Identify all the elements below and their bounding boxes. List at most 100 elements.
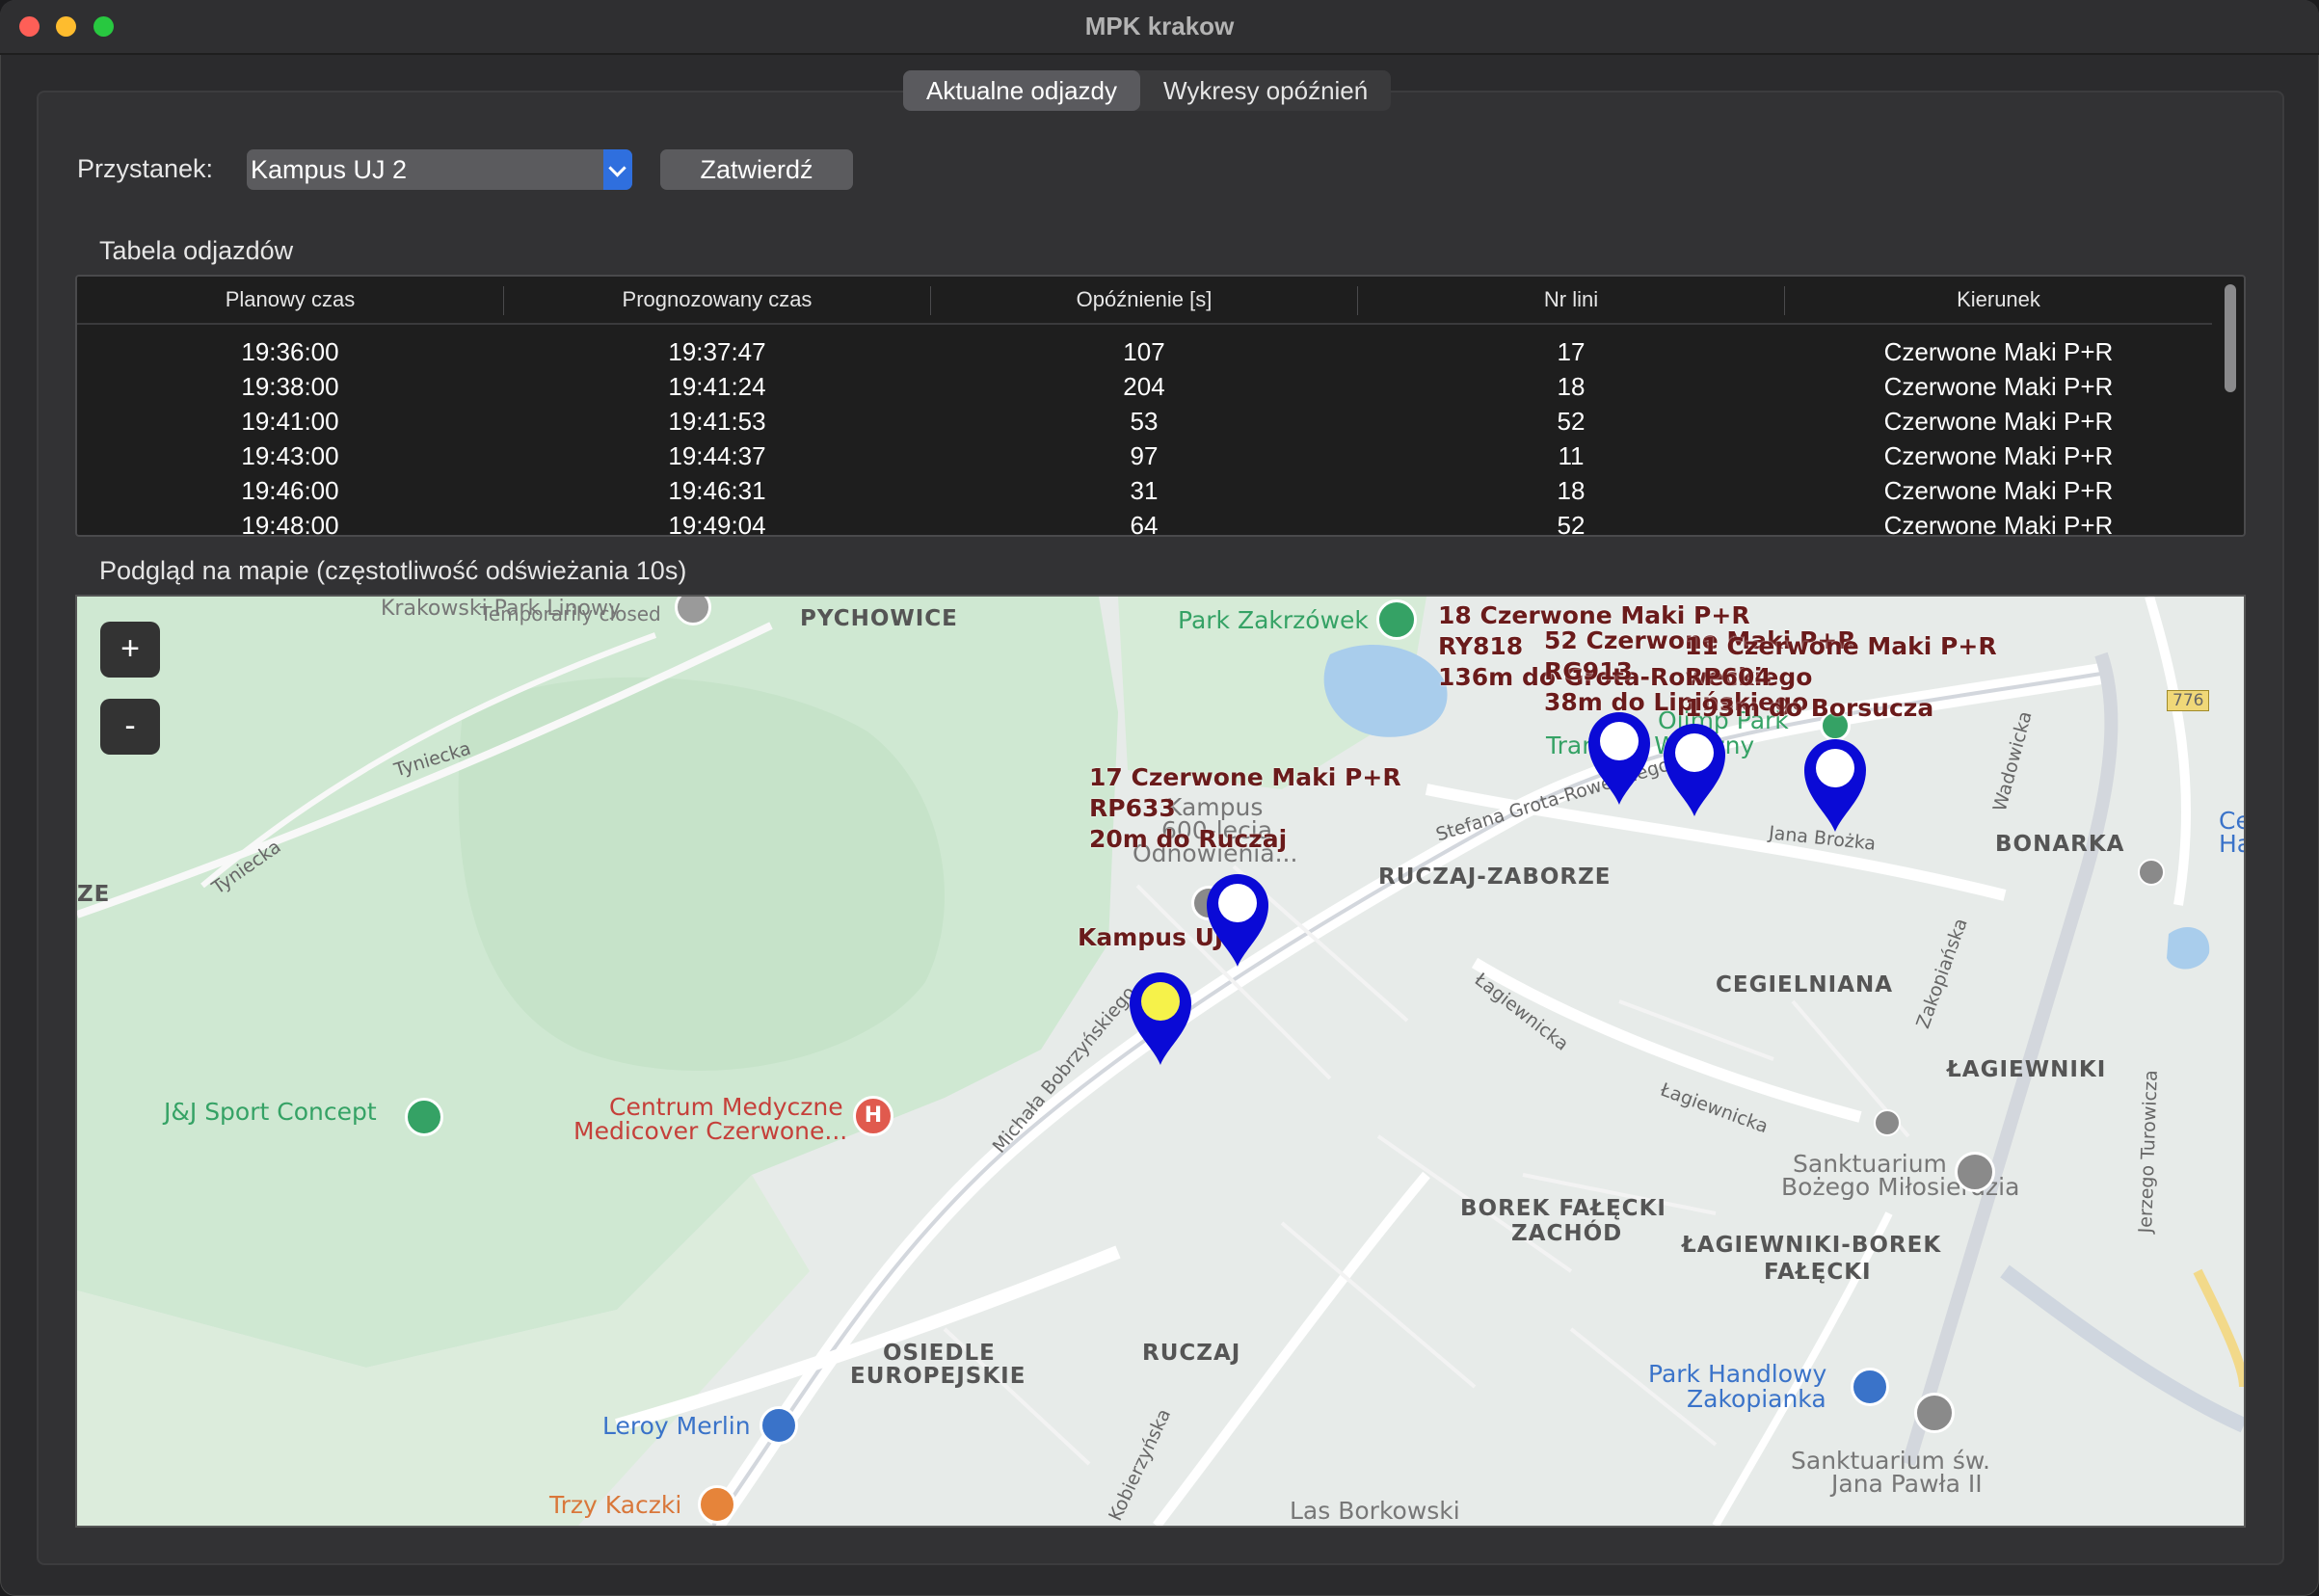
app-window: MPK krakow Aktualne odjazdy Wykresy opóź…	[0, 0, 2319, 1596]
transit-icon[interactable]	[1874, 1109, 1901, 1136]
cell-forecast-time: 19:49:04	[668, 511, 766, 537]
cell-delay: 64	[1130, 511, 1159, 537]
vehicle-marker[interactable]	[1802, 737, 1868, 834]
poi-label: Trzy Kaczki	[549, 1491, 682, 1519]
district-label: ZACHÓD	[1511, 1221, 1623, 1246]
confirm-button[interactable]: Zatwierdź	[660, 149, 853, 190]
district-label: BOREK FAŁĘCKI	[1460, 1196, 1666, 1221]
vehicle-line-direction: 11 Czerwone Maki P+R	[1685, 632, 1997, 660]
cell-forecast-time: 19:37:47	[668, 337, 766, 366]
table-row[interactable]: 19:41:00 19:41:53 53 52 Czerwone Maki P+…	[77, 404, 2212, 439]
district-label: ŁAGIEWNIKI-BOREK	[1682, 1233, 1942, 1258]
district-label: PYCHOWICE	[800, 606, 958, 631]
district-label: RUCZAJ	[1142, 1341, 1241, 1366]
departures-table[interactable]: Planowy czas Prognozowany czas Opóźnieni…	[75, 275, 2246, 537]
vehicle-id: RP604	[1685, 663, 1772, 691]
cell-forecast-time: 19:41:53	[668, 407, 766, 436]
district-label: RUCZAJ-ZABORZE	[1378, 864, 1612, 890]
hospital-icon[interactable]: H	[853, 1096, 893, 1136]
poi-label: Las Borkowski	[1290, 1497, 1460, 1525]
table-row[interactable]: 19:46:00 19:46:31 31 18 Czerwone Maki P+…	[77, 473, 2212, 508]
vehicle-line-direction: 17 Czerwone Maki P+R	[1089, 763, 1401, 791]
stop-label: Przystanek:	[77, 154, 214, 183]
table-row[interactable]: 19:38:00 19:41:24 204 18 Czerwone Maki P…	[77, 369, 2212, 404]
vehicle-marker[interactable]	[1662, 722, 1727, 818]
column-header-direction[interactable]: Kierunek	[1785, 277, 2212, 323]
table-row[interactable]: 19:36:00 19:37:47 107 17 Czerwone Maki P…	[77, 334, 2212, 369]
transit-icon[interactable]	[2138, 859, 2165, 886]
map-view[interactable]: + - PYCHOWICE RUCZAJ-ZABORZE BONARKA CEG…	[75, 595, 2246, 1528]
window-title: MPK krakow	[1084, 12, 1235, 40]
cell-line-number: 11	[1558, 441, 1585, 470]
restaurant-icon[interactable]	[698, 1485, 736, 1524]
district-label: ŁAGIEWNIKI	[1947, 1057, 2107, 1082]
cell-line-number: 18	[1557, 372, 1586, 401]
cell-delay: 107	[1123, 337, 1165, 366]
poi-label: Park Handlowy	[1648, 1360, 1827, 1388]
poi-label: Temporarily closed	[480, 602, 661, 625]
cell-planned-time: 19:48:00	[241, 511, 339, 537]
table-row[interactable]: 19:48:00 19:49:04 64 52 Czerwone Maki P+…	[77, 508, 2212, 537]
cell-forecast-time: 19:44:37	[668, 441, 766, 470]
vehicle-marker-label: 11 Czerwone Maki P+R RP604 193m do Borsu…	[1685, 631, 1997, 724]
cell-direction: Czerwone Maki P+R	[1883, 407, 2114, 436]
cell-direction: Czerwone Maki P+R	[1883, 511, 2114, 537]
table-scrollbar[interactable]	[2225, 284, 2236, 392]
district-label: EUROPEJSKIE	[850, 1364, 1026, 1389]
shopping-icon[interactable]	[760, 1406, 798, 1445]
table-header: Planowy czas Prognozowany czas Opóźnieni…	[77, 277, 2212, 325]
poi-label: Medicover Czerwone...	[573, 1117, 848, 1145]
cell-delay: 31	[1130, 476, 1159, 505]
road-shield: 776	[2167, 690, 2210, 711]
vehicle-marker[interactable]	[1205, 872, 1270, 969]
vehicle-distance: 193m do Borsucza	[1685, 694, 1934, 722]
cell-delay: 204	[1123, 372, 1165, 401]
vehicle-distance: 20m do Ruczaj	[1089, 825, 1288, 853]
district-label: CEGIELNIANA	[1716, 972, 1894, 998]
map-preview-label: Podgląd na mapie (częstotliwość odświeża…	[99, 556, 687, 585]
cell-delay: 53	[1130, 407, 1159, 436]
stop-select[interactable]: Kampus UJ 2	[247, 149, 632, 190]
cell-planned-time: 19:43:00	[241, 441, 339, 470]
cell-line-number: 18	[1557, 476, 1586, 505]
cell-planned-time: 19:36:00	[241, 337, 339, 366]
poi-label: Zakopianka	[1687, 1385, 1826, 1413]
tab-delay-charts[interactable]: Wykresy opóźnień	[1140, 70, 1391, 111]
cell-planned-time: 19:46:00	[241, 476, 339, 505]
stop-select-value: Kampus UJ 2	[251, 155, 408, 184]
zoom-out-button[interactable]: -	[100, 699, 160, 755]
poi-label: Park Zakrzówek	[1178, 606, 1369, 634]
cell-line-number: 17	[1557, 337, 1586, 366]
vehicle-id: RP633	[1089, 794, 1176, 822]
shopping-icon[interactable]	[1851, 1368, 1889, 1406]
sport-icon[interactable]	[405, 1098, 443, 1136]
column-header-planned-time[interactable]: Planowy czas	[77, 277, 503, 323]
cell-planned-time: 19:38:00	[241, 372, 339, 401]
poi-label: J&J Sport Concept	[164, 1098, 377, 1126]
vehicle-marker[interactable]	[1586, 710, 1652, 807]
column-header-line-number[interactable]: Nr lini	[1358, 277, 1784, 323]
poi-label: Jana Pawła II	[1831, 1470, 1983, 1498]
zoom-in-button[interactable]: +	[100, 622, 160, 678]
cell-direction: Czerwone Maki P+R	[1883, 476, 2114, 505]
cell-direction: Czerwone Maki P+R	[1883, 441, 2114, 470]
cell-delay: 97	[1130, 441, 1159, 470]
district-label: ZE	[77, 882, 111, 907]
church-icon[interactable]	[1955, 1152, 1995, 1192]
church-icon[interactable]	[1914, 1393, 1955, 1433]
cell-line-number: 52	[1557, 511, 1586, 537]
column-header-forecast-time[interactable]: Prognozowany czas	[504, 277, 930, 323]
park-icon[interactable]	[1376, 599, 1417, 640]
district-label: OSIEDLE	[883, 1341, 996, 1366]
tab-bar: Aktualne odjazdy Wykresy opóźnień	[903, 70, 1392, 111]
cell-direction: Czerwone Maki P+R	[1883, 337, 2114, 366]
stop-location-marker[interactable]	[1128, 971, 1193, 1067]
district-label: BONARKA	[1995, 832, 2125, 857]
column-header-delay[interactable]: Opóźnienie [s]	[931, 277, 1357, 323]
tab-current-departures[interactable]: Aktualne odjazdy	[903, 70, 1141, 111]
chevron-down-icon[interactable]	[603, 149, 632, 190]
table-row[interactable]: 19:43:00 19:44:37 97 11 Czerwone Maki P+…	[77, 439, 2212, 473]
vehicle-marker-label: 17 Czerwone Maki P+R RP633 20m do Ruczaj	[1089, 762, 1401, 855]
departures-table-label: Tabela odjazdów	[99, 236, 294, 265]
cell-line-number: 52	[1557, 407, 1586, 436]
